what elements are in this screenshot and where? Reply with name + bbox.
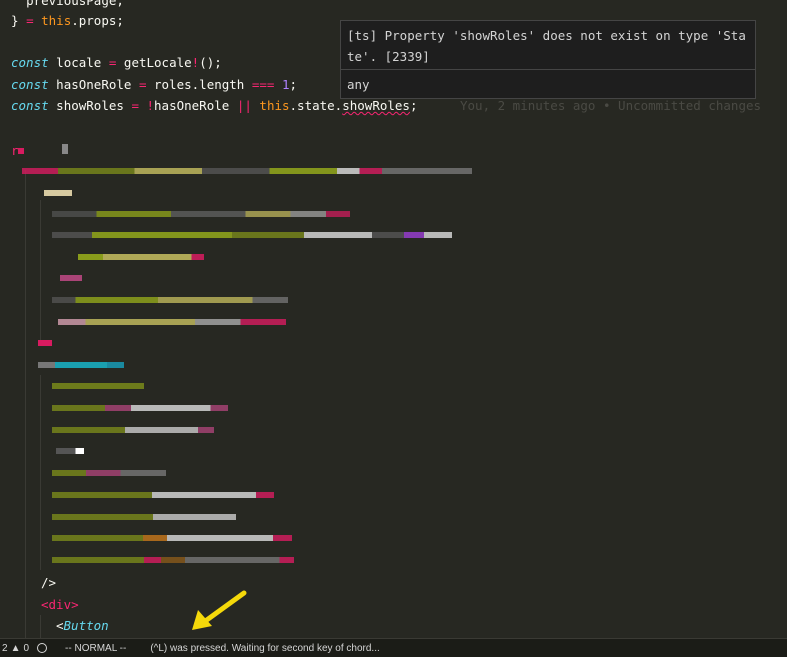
tooltip-message: [ts] Property 'showRoles' does not exist… [347,28,746,64]
code-keyword: const [11,77,49,92]
code-line: const hasOneRole = roles.length === 1; [11,74,297,95]
code-text: < [56,618,64,633]
code-line: const locale = getLocale!(); [11,52,222,73]
tooltip-divider [341,69,755,70]
code-text: locale [48,55,109,70]
code-line: /> [41,572,56,593]
indent-guide [25,170,26,638]
indent-guide [40,615,41,638]
code-text: hasOneRole [48,77,139,92]
code-this: this [259,98,290,113]
code-text: /> [41,575,57,590]
indent-guide [40,375,41,570]
arrow-icon [192,590,247,630]
code-operator: || [236,98,252,113]
code-operator: = [131,98,139,113]
code-text: hasOneRole [154,98,237,113]
code-text: } [11,13,27,28]
code-operator: = [26,13,34,28]
code-text: roles.length [146,77,252,92]
code-editor[interactable]: previousPage, } = this.props; const loca… [0,0,787,638]
hover-tooltip: [ts] Property 'showRoles' does not exist… [340,20,756,99]
status-message: (^L) was pressed. Waiting for second key… [150,642,380,654]
error-squiggle[interactable]: showRoles [342,98,410,113]
code-text: (); [199,55,222,70]
code-operator: === [251,77,275,92]
vim-mode: -- NORMAL -- [65,642,127,654]
code-keyword: const [11,55,49,70]
error-count[interactable]: 2 [2,643,8,654]
code-keyword: const [11,98,49,113]
warning-count[interactable]: 0 [23,643,29,654]
tooltip-type: any [347,77,370,92]
code-operator: ! [146,98,155,113]
code-text: .state. [289,98,343,113]
code-line: } = this.props; [11,10,124,31]
code-line: <div> [41,594,79,615]
code-line: <Button [56,615,109,636]
code-this: this [41,13,72,28]
code-text: ; [289,77,298,92]
code-text: showRoles [48,98,132,113]
code-tag: <div> [41,597,79,612]
warning-icon[interactable]: ▲ [11,643,21,654]
code-text: getLocale [116,55,192,70]
code-text: ; [409,98,418,113]
code-text: previousPage, [26,0,124,8]
code-component: Button [63,618,109,633]
clock-icon[interactable] [37,643,48,653]
indent-guide [40,200,41,340]
code-text: .props; [71,13,124,28]
status-bar: 2 ▲ 0 -- NORMAL -- (^L) was pressed. Wai… [0,638,787,657]
